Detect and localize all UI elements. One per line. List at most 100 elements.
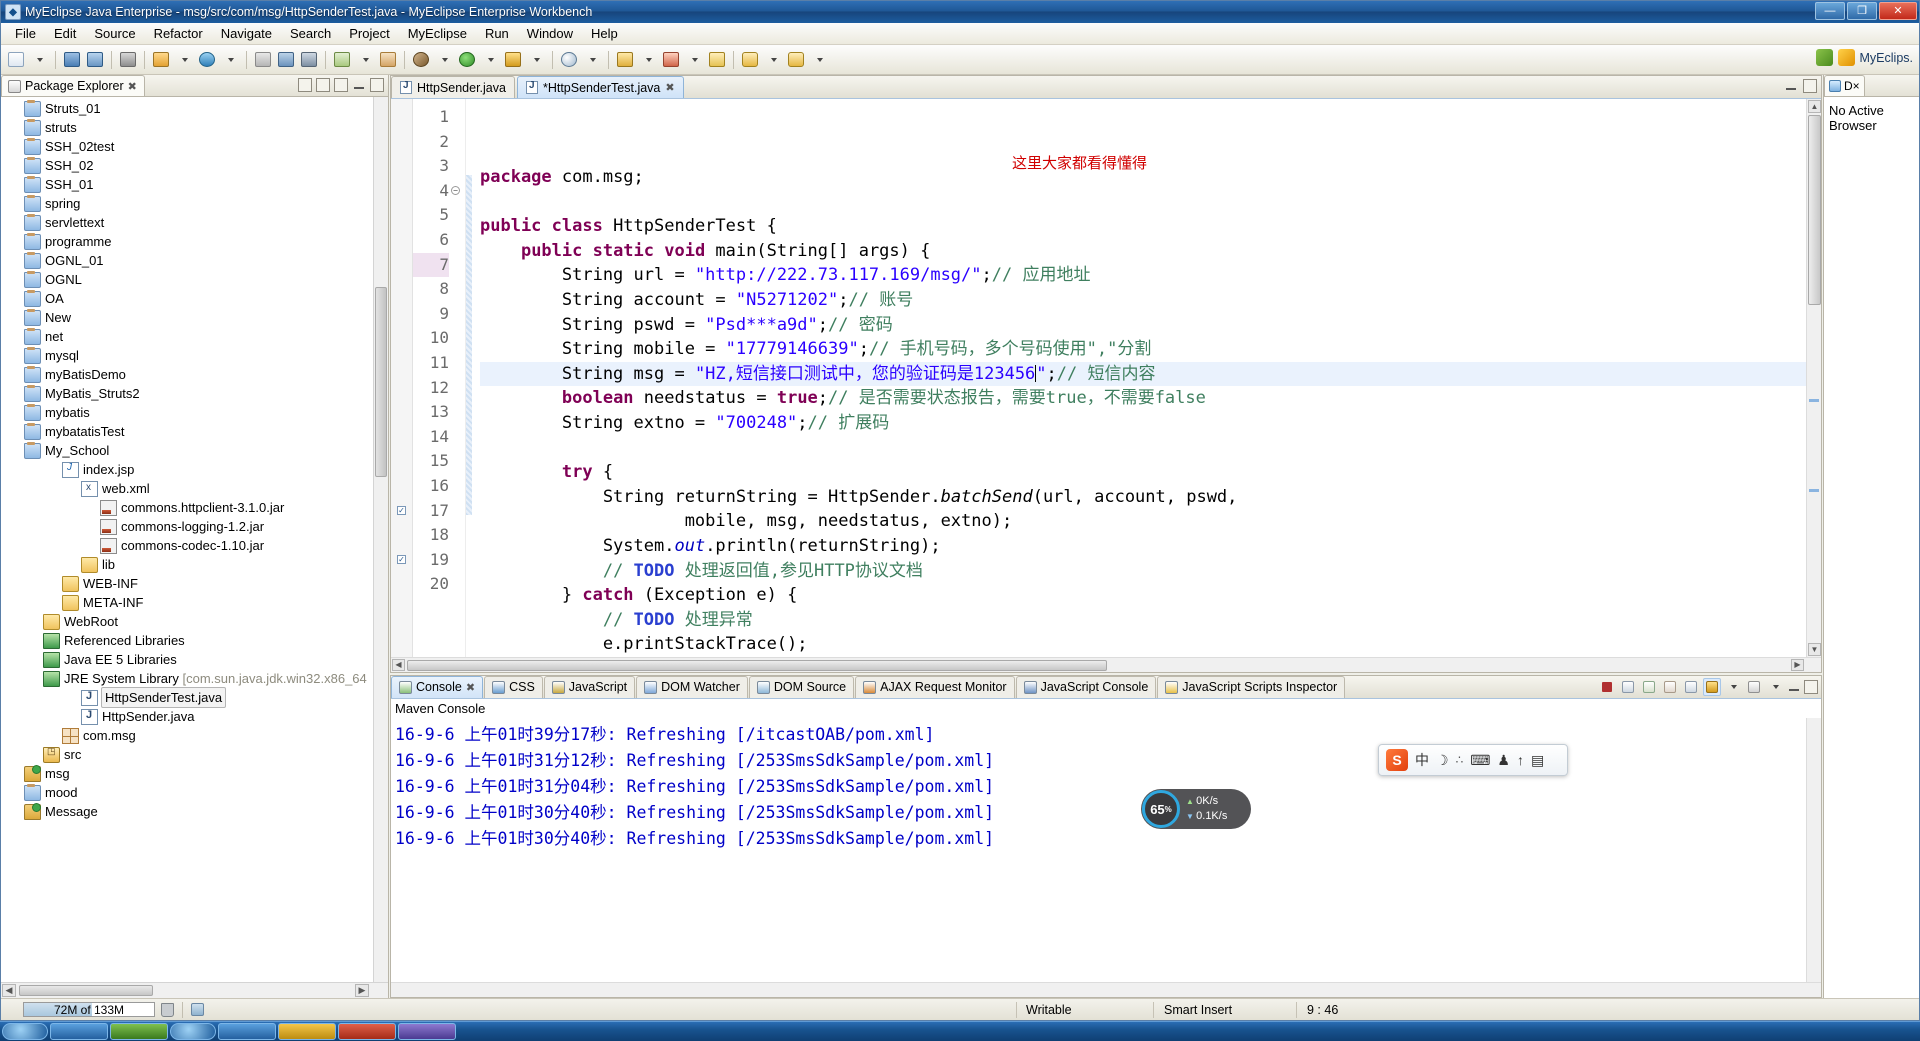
scroll-left-icon[interactable]: ◀ — [2, 984, 16, 997]
open-console-icon[interactable] — [1703, 677, 1721, 696]
code-line[interactable] — [480, 436, 1821, 461]
code-line[interactable]: // TODO 处理返回值,参见HTTP协议文档 — [480, 559, 1821, 584]
new-console-view-icon[interactable] — [1745, 678, 1763, 696]
marker-slot[interactable] — [391, 523, 412, 548]
external-tools-button[interactable] — [502, 49, 524, 71]
editor-horizontal-scrollbar[interactable]: ◀ ▶ — [391, 656, 1821, 672]
tree-item[interactable]: myBatisDemo — [1, 365, 388, 384]
taskbar-item-3[interactable] — [170, 1023, 216, 1040]
close-icon[interactable]: ✖ — [128, 80, 137, 93]
code-line[interactable]: package com.msg; — [480, 165, 1821, 190]
console-tab[interactable]: DOM Watcher — [636, 675, 748, 698]
minimize-button[interactable]: — — [1815, 2, 1845, 20]
tree-item[interactable]: struts — [1, 118, 388, 137]
code-line[interactable]: System.out.println(returnString); — [480, 534, 1821, 559]
tree-item[interactable]: commons-codec-1.10.jar — [1, 536, 388, 555]
taskbar-item-7[interactable] — [398, 1023, 456, 1040]
maximize-button[interactable]: ❐ — [1847, 2, 1877, 20]
todo-marker-icon[interactable]: ✓ — [397, 506, 406, 516]
marker-slot[interactable] — [391, 130, 412, 155]
tree-item[interactable]: spring — [1, 194, 388, 213]
tree-item[interactable]: SSH_01 — [1, 175, 388, 194]
start-button[interactable] — [2, 1023, 48, 1040]
back-dropdown[interactable] — [762, 49, 784, 71]
search-dropdown[interactable] — [581, 49, 603, 71]
marker-slot[interactable] — [391, 376, 412, 401]
garbage-collect-icon[interactable] — [161, 1002, 174, 1017]
code-line[interactable]: mobile, msg, needstatus, extno); — [480, 509, 1821, 534]
hibernate-button[interactable] — [298, 49, 320, 71]
console-menu-icon[interactable] — [1766, 678, 1784, 696]
scroll-right-icon[interactable]: ▶ — [355, 984, 369, 997]
marker-slot[interactable] — [391, 302, 412, 327]
sogou-logo-icon[interactable]: S — [1386, 749, 1408, 771]
code-line[interactable] — [480, 190, 1821, 215]
fold-toggle-icon[interactable]: − — [451, 185, 460, 195]
menu-window[interactable]: Window — [518, 24, 582, 43]
marker-slot[interactable] — [391, 474, 412, 499]
code-line[interactable]: try { — [480, 460, 1821, 485]
tree-item[interactable]: New — [1, 308, 388, 327]
tree-item[interactable]: mybatatisTest — [1, 422, 388, 441]
taskbar-item-5[interactable] — [278, 1023, 336, 1040]
tree-item[interactable]: Referenced Libraries — [1, 631, 388, 650]
code-line[interactable]: // TODO 处理异常 — [480, 608, 1821, 633]
back-button[interactable] — [739, 49, 761, 71]
forward-dropdown[interactable] — [808, 49, 830, 71]
marker-slot[interactable] — [391, 449, 412, 474]
tree-item[interactable]: WEB-INF — [1, 574, 388, 593]
tree-item[interactable]: programme — [1, 232, 388, 251]
taskbar-item-1[interactable] — [50, 1023, 108, 1040]
maximize-console-icon[interactable] — [1804, 679, 1818, 694]
tree-item[interactable]: Struts_01 — [1, 99, 388, 118]
marker-slot[interactable] — [391, 228, 412, 253]
ime-chinese-mode-icon[interactable]: 中 — [1415, 750, 1429, 770]
console-tab[interactable]: JavaScript Console — [1015, 675, 1157, 698]
code-line[interactable]: String url = "http://222.73.117.169/msg/… — [480, 263, 1821, 288]
last-edit-button[interactable] — [706, 49, 728, 71]
maximize-editor-icon[interactable] — [1803, 79, 1817, 93]
project-tree[interactable]: Struts_01 struts SSH_02test SSH_02 SSH_01 spr… — [1, 97, 388, 982]
code-line[interactable]: public static void main(String[] args) { — [480, 239, 1821, 264]
tab-package-explorer[interactable]: Package Explorer ✖ — [1, 75, 145, 96]
tree-item[interactable]: WebRoot — [1, 612, 388, 631]
tree-item[interactable]: SSH_02 — [1, 156, 388, 175]
code-line[interactable]: String returnString = HttpSender.batchSe… — [480, 485, 1821, 510]
marker-slot[interactable] — [391, 203, 412, 228]
console-tab[interactable]: AJAX Request Monitor — [855, 675, 1015, 698]
new-dropdown[interactable] — [28, 49, 50, 71]
tree-item[interactable]: index.jsp — [1, 460, 388, 479]
editor-vertical-scrollbar[interactable]: ▲ ▼ — [1806, 99, 1821, 657]
deploy-dropdown[interactable] — [173, 49, 195, 71]
marker-slot[interactable] — [391, 105, 412, 130]
tree-scroll-thumb[interactable] — [375, 287, 387, 477]
scroll-down-icon[interactable]: ▼ — [1808, 642, 1821, 656]
save-all-button[interactable] — [84, 49, 106, 71]
tree-item[interactable]: OA — [1, 289, 388, 308]
tab-dom-inspector[interactable]: D× — [1824, 75, 1865, 96]
deploy-button[interactable] — [150, 49, 172, 71]
debug-dropdown[interactable] — [433, 49, 455, 71]
marker-slot[interactable] — [391, 425, 412, 450]
close-button[interactable]: ✕ — [1879, 2, 1917, 20]
menu-edit[interactable]: Edit — [45, 24, 85, 43]
new-class-button[interactable] — [331, 49, 353, 71]
tree-item[interactable]: commons-logging-1.2.jar — [1, 517, 388, 536]
tree-item[interactable]: MyBatis_Struts2 — [1, 384, 388, 403]
previous-annotation-dropdown[interactable] — [683, 49, 705, 71]
tree-hscroll-thumb[interactable] — [19, 985, 153, 996]
console-vertical-scrollbar[interactable] — [1806, 717, 1821, 982]
code-line[interactable]: boolean needstatus = true;// 是否需要状态报告，需要… — [480, 386, 1821, 411]
tree-vertical-scrollbar[interactable] — [373, 97, 388, 982]
taskbar-item-6[interactable] — [338, 1023, 396, 1040]
tree-item[interactable]: commons.httpclient-3.1.0.jar — [1, 498, 388, 517]
close-icon[interactable]: ✖ — [466, 681, 475, 694]
code-line[interactable]: String extno = "700248";// 扩展码 — [480, 411, 1821, 436]
marker-column[interactable]: ✓ ✓ — [391, 99, 413, 657]
print-button[interactable] — [117, 49, 139, 71]
marker-slot[interactable] — [391, 351, 412, 376]
code-line[interactable]: String account = "N5271202";// 账号 — [480, 288, 1821, 313]
tree-item[interactable]: src — [1, 745, 388, 764]
console-horizontal-scrollbar[interactable] — [391, 982, 1821, 997]
memory-indicator[interactable]: 72M of 133M — [23, 1002, 155, 1017]
